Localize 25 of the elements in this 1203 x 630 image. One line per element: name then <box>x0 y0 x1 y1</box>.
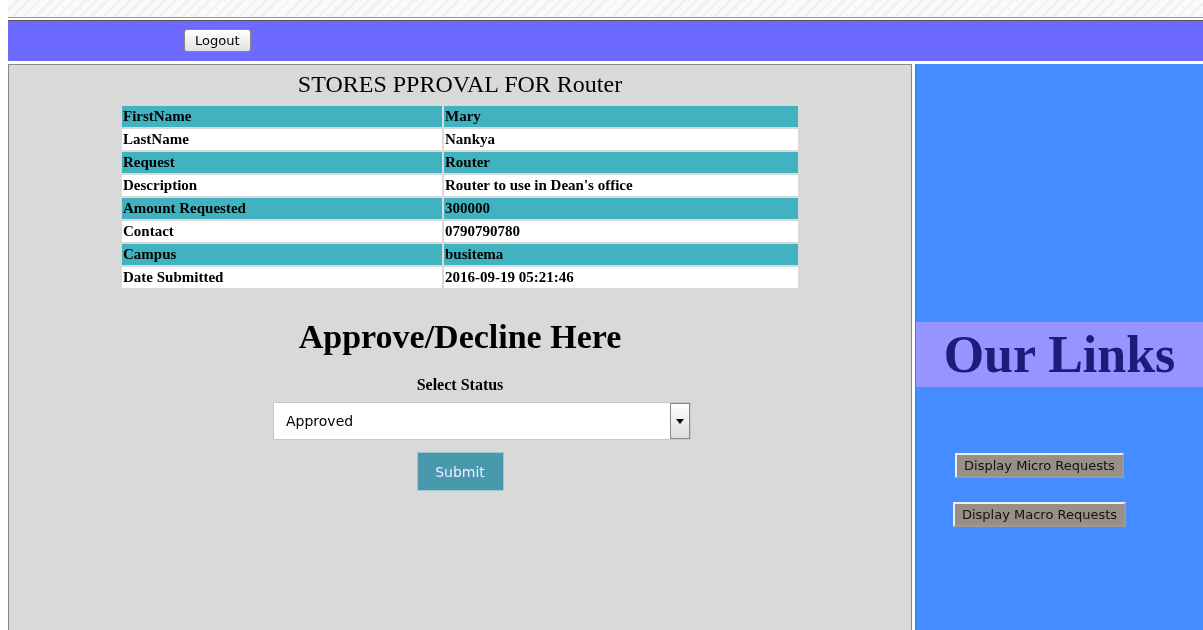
field-name-cell: Amount Requested <box>122 198 442 219</box>
section-heading: Approve/Decline Here <box>297 318 623 356</box>
field-value-cell: 2016-09-19 05:21:46 <box>444 267 798 288</box>
field-name-cell: Contact <box>122 221 442 242</box>
field-name-cell: Request <box>122 152 442 173</box>
status-dropdown[interactable]: Approved <box>273 402 691 440</box>
field-value-cell: Nankya <box>444 129 798 150</box>
field-value-cell: Router to use in Dean's office <box>444 175 798 196</box>
link-button[interactable]: Display Macro Requests <box>952 502 1127 527</box>
field-name-cell: Date Submitted <box>122 267 442 288</box>
links-heading: Our Links <box>916 322 1203 387</box>
link-button[interactable]: Display Micro Requests <box>955 453 1124 478</box>
field-value-cell: Mary <box>444 106 798 127</box>
field-name-cell: LastName <box>122 129 442 150</box>
field-value-cell: busitema <box>444 244 798 265</box>
field-name-cell: Description <box>122 175 442 196</box>
field-value-cell: Router <box>444 152 798 173</box>
caret-icon <box>676 418 684 424</box>
field-value-cell: 300000 <box>444 198 798 219</box>
field-label: Select Status <box>415 376 505 394</box>
field-name-cell: Campus <box>122 244 442 265</box>
page-title: STORES PPROVAL FOR Router <box>296 71 624 98</box>
field-name-cell: FirstName <box>122 106 442 127</box>
field-value-cell: 0790790780 <box>444 221 798 242</box>
logout-button[interactable]: Logout <box>184 29 251 52</box>
